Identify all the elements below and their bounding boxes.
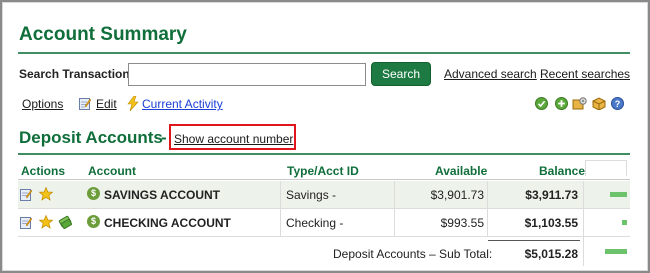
search-input[interactable]	[128, 63, 366, 86]
help-icon[interactable]: ?	[611, 97, 624, 110]
current-activity-link[interactable]: Current Activity	[142, 97, 223, 111]
balance-bar	[622, 220, 627, 225]
options-link[interactable]: Options	[22, 97, 63, 111]
account-name[interactable]: CHECKING ACCOUNT	[104, 216, 231, 230]
edit-icon[interactable]	[20, 188, 32, 201]
edit-icon[interactable]	[20, 216, 32, 229]
package-icon[interactable]	[591, 97, 606, 110]
gear-box-icon[interactable]	[572, 97, 587, 110]
table-row[interactable]: $ CHECKING ACCOUNT Checking - $993.55 $1…	[18, 209, 630, 236]
add-circle-icon[interactable]	[555, 97, 568, 110]
check-circle-icon[interactable]	[535, 97, 548, 110]
subtotal-amount: $5,015.28	[524, 247, 578, 261]
subtotal-label: Deposit Accounts – Sub Total:	[333, 247, 493, 261]
svg-text:?: ?	[615, 99, 621, 109]
balance-chart-header	[585, 160, 627, 176]
available-amount: $3,901.73	[430, 188, 484, 202]
edit-link[interactable]: Edit	[96, 97, 117, 111]
account-name[interactable]: SAVINGS ACCOUNT	[104, 188, 220, 202]
star-icon[interactable]	[39, 187, 53, 201]
section-title: Deposit Accounts	[19, 128, 163, 147]
column-header-balance: Balance	[539, 164, 586, 178]
show-account-number-link[interactable]: Show account number	[174, 132, 293, 146]
lightning-icon	[127, 96, 139, 111]
star-icon[interactable]	[39, 215, 53, 229]
row-divider	[18, 236, 630, 237]
column-divider	[280, 181, 281, 236]
column-header-type: Type/Acct ID	[287, 164, 359, 178]
section-separator: -	[161, 128, 167, 147]
subtotal-rule	[488, 240, 580, 241]
column-divider	[394, 181, 395, 236]
column-header-available: Available	[435, 164, 488, 178]
table-row[interactable]: $ SAVINGS ACCOUNT Savings - $3,901.73 $3…	[18, 181, 630, 208]
account-type: Checking -	[286, 216, 344, 230]
available-amount: $993.55	[440, 216, 484, 230]
search-label: Search Transactions:	[19, 67, 141, 81]
recent-searches-link[interactable]: Recent searches	[540, 67, 630, 81]
table-header-divider	[18, 179, 630, 180]
balance-bar	[610, 192, 627, 197]
column-header-actions: Actions	[21, 164, 66, 178]
dollar-icon: $	[87, 215, 100, 228]
subtotal-bar	[605, 249, 627, 254]
column-divider	[487, 181, 488, 236]
balance-amount: $3,911.73	[525, 188, 578, 202]
search-button[interactable]: Search	[371, 62, 431, 86]
page-title: Account Summary	[19, 24, 187, 45]
balance-amount: $1,103.55	[524, 216, 578, 230]
show-account-number-highlight: Show account number	[169, 124, 296, 150]
column-divider	[583, 181, 584, 266]
dollar-icon: $	[87, 187, 100, 200]
transfer-icon[interactable]	[58, 215, 73, 229]
edit-icon[interactable]	[79, 97, 91, 110]
section-divider	[18, 153, 630, 155]
title-divider	[18, 52, 630, 54]
account-type: Savings -	[286, 188, 337, 202]
column-header-account: Account	[88, 164, 136, 178]
advanced-search-link[interactable]: Advanced search	[444, 67, 537, 81]
